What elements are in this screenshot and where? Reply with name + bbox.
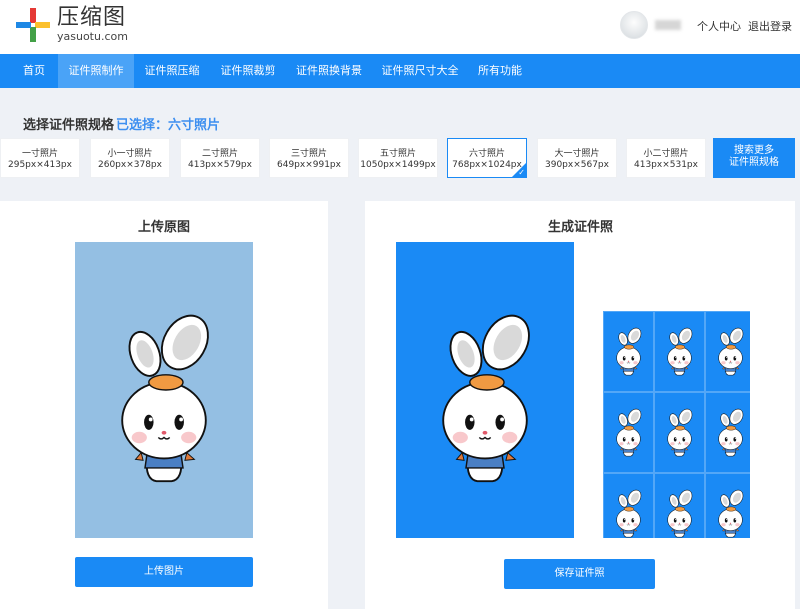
check-icon: ✓ — [518, 168, 525, 177]
size-option-small-2inch[interactable]: 小二寸照片 413px×531px — [626, 138, 706, 178]
result-panel-title: 生成证件照 — [548, 220, 614, 235]
size-name: 大一寸照片 — [554, 149, 600, 159]
nav-item-home[interactable]: 首页 — [10, 54, 58, 88]
site-header: 压缩图 yasuotu.com 个人中心 退出登录 — [0, 0, 800, 54]
size-name: 小一寸照片 — [107, 149, 153, 159]
size-name: 六寸照片 — [468, 149, 505, 159]
save-id-photo-button[interactable]: 保存证件照 — [504, 559, 655, 589]
sheet-photo — [705, 311, 756, 392]
size-dim: 413px×531px — [634, 160, 698, 170]
sheet-photo — [654, 392, 705, 473]
logout-link[interactable]: 退出登录 — [748, 18, 792, 34]
logo-domain: yasuotu.com — [57, 30, 128, 43]
sheet-photo — [603, 311, 654, 392]
original-photo-preview[interactable] — [75, 242, 253, 538]
size-dim: 390px×567px — [545, 160, 609, 170]
nav-item-id-photo-make[interactable]: 证件照制作 — [58, 54, 134, 88]
logo-icon[interactable] — [16, 8, 50, 42]
size-name: 三寸照片 — [290, 149, 327, 159]
size-dim: 295px×413px — [8, 160, 72, 170]
sheet-photo — [654, 311, 705, 392]
nav-item-id-photo-compress[interactable]: 证件照压缩 — [134, 54, 210, 88]
size-name: 一寸照片 — [21, 149, 58, 159]
upload-panel-title: 上传原图 — [138, 220, 191, 235]
size-option-large-1inch[interactable]: 大一寸照片 390px×567px — [537, 138, 617, 178]
size-dim: 413px×579px — [188, 160, 252, 170]
main-nav: 首页 证件照制作 证件照压缩 证件照裁剪 证件照换背景 证件照尺寸大全 所有功能 — [0, 54, 800, 88]
photo-layout-sheet — [603, 311, 756, 554]
sheet-photo — [603, 473, 654, 554]
sheet-photo — [603, 392, 654, 473]
size-option-6inch[interactable]: 六寸照片 768px×1024px ✓ — [447, 138, 527, 178]
sheet-photo — [705, 392, 756, 473]
bunny-illustration — [442, 306, 540, 483]
nav-item-id-photo-background[interactable]: 证件照换背景 — [286, 54, 372, 88]
size-option-5inch[interactable]: 五寸照片 1050px×1499px — [358, 138, 438, 178]
size-option-1inch[interactable]: 一寸照片 295px×413px — [0, 138, 80, 178]
username-redacted — [655, 20, 681, 30]
user-center-link[interactable]: 个人中心 — [697, 18, 741, 34]
search-more-line1: 搜索更多 — [734, 145, 774, 156]
logo-text[interactable]: 压缩图 yasuotu.com — [57, 6, 128, 43]
search-more-sizes-button[interactable]: 搜索更多 证件照规格 — [713, 138, 795, 178]
size-name: 二寸照片 — [201, 149, 238, 159]
search-more-line2: 证件照规格 — [729, 157, 779, 168]
size-option-2inch[interactable]: 二寸照片 413px×579px — [180, 138, 260, 178]
selected-size-label: 已选择：六寸照片 — [116, 118, 221, 133]
generated-photo-preview — [396, 242, 574, 538]
size-dim: 260px×378px — [98, 160, 162, 170]
size-option-3inch[interactable]: 三寸照片 649px×991px — [269, 138, 349, 178]
size-section-title: 选择证件照规格 — [23, 118, 115, 133]
size-name: 小二寸照片 — [643, 149, 689, 159]
nav-item-all-features[interactable]: 所有功能 — [468, 54, 532, 88]
logo-title: 压缩图 — [57, 5, 127, 30]
nav-item-id-photo-sizes[interactable]: 证件照尺寸大全 — [372, 54, 468, 88]
nav-item-id-photo-crop[interactable]: 证件照裁剪 — [210, 54, 286, 88]
size-dim: 649px×991px — [277, 160, 341, 170]
sheet-photo — [705, 473, 756, 554]
avatar[interactable] — [620, 11, 648, 39]
sheet-photo — [654, 473, 705, 554]
bunny-illustration — [121, 306, 219, 483]
size-dim: 1050px×1499px — [360, 160, 436, 170]
upload-image-button[interactable]: 上传图片 — [75, 557, 253, 587]
size-name: 五寸照片 — [379, 149, 416, 159]
size-option-small-1inch[interactable]: 小一寸照片 260px×378px — [90, 138, 170, 178]
